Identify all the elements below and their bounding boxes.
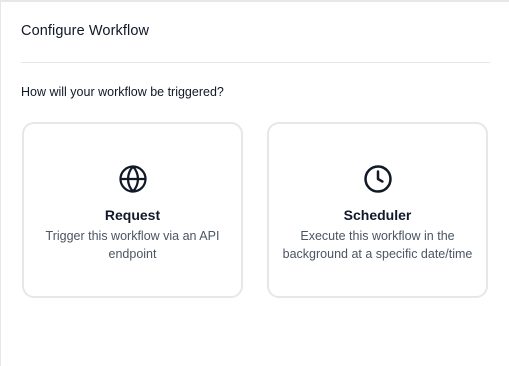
scheduler-card-title: Scheduler bbox=[343, 207, 412, 223]
globe-icon bbox=[118, 164, 148, 194]
scheduler-card-description: Execute this workflow in the background … bbox=[282, 229, 473, 261]
top-border bbox=[0, 0, 509, 2]
request-card-description: Trigger this workflow via an API endpoin… bbox=[45, 229, 220, 261]
request-card-title: Request bbox=[104, 207, 161, 223]
trigger-question: How will your workflow be triggered? bbox=[21, 85, 224, 99]
title-divider bbox=[21, 62, 490, 63]
request-trigger-card[interactable]: Request Trigger this workflow via an API… bbox=[22, 122, 243, 298]
scheduler-trigger-card[interactable]: Scheduler Execute this workflow in the b… bbox=[267, 122, 488, 298]
clock-icon bbox=[363, 164, 393, 194]
page-title: Configure Workflow bbox=[21, 23, 150, 39]
left-border bbox=[0, 0, 1, 366]
